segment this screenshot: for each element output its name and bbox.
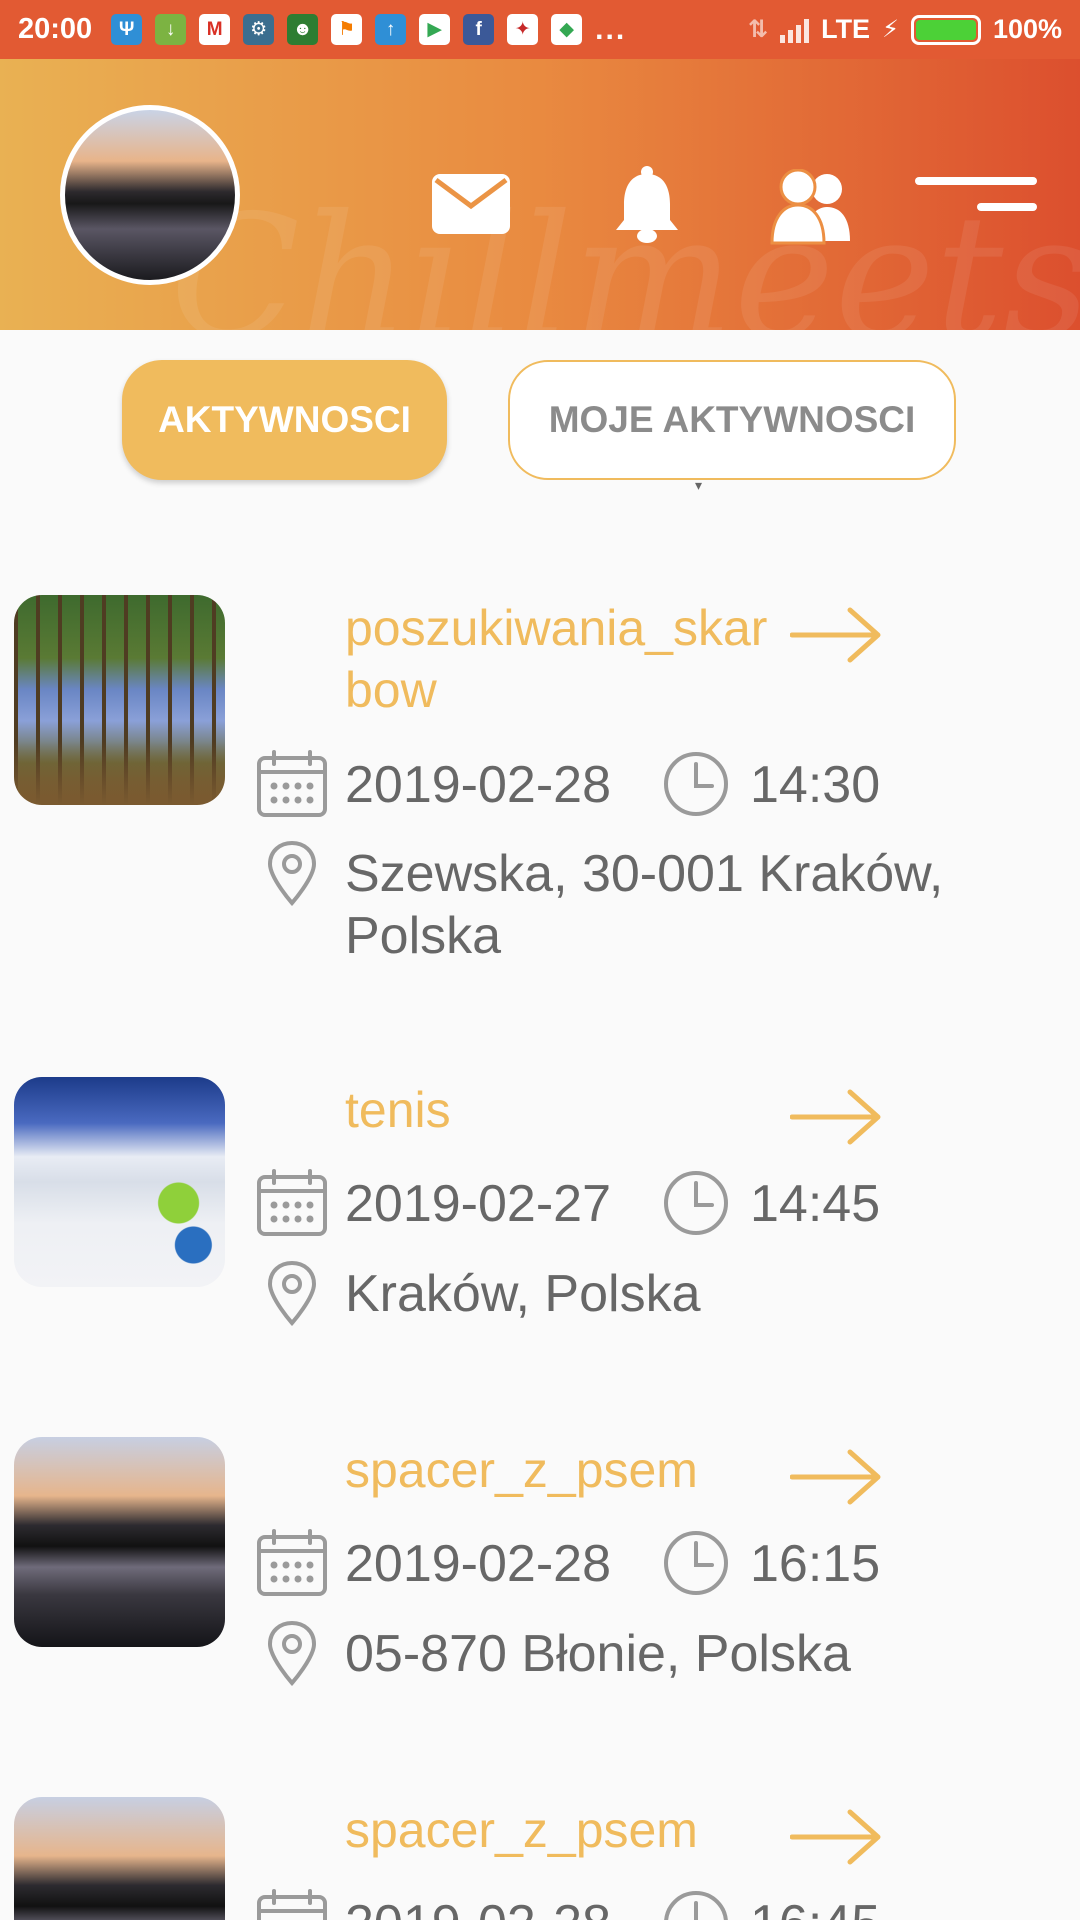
arrow-right-icon[interactable] [790, 1089, 882, 1145]
activity-location: Szewska, 30-001 Kraków, Polska [345, 845, 944, 965]
calendar-icon [257, 1889, 327, 1920]
tab-moje-aktywnosci[interactable]: MOJE AKTYWNOSCI [508, 360, 956, 480]
menu-line-top [915, 177, 1037, 185]
calendar-icon [257, 750, 327, 817]
menu-icon[interactable] [915, 177, 1037, 221]
status-bar-right: ⇅ LTE ⚡ 100% [748, 14, 1062, 45]
activity-time: 14:45 [750, 1175, 881, 1233]
list-item[interactable]: tenis 2019-02-27 14:45 Kraków, Polska [0, 1077, 1080, 1377]
status-more-indicator: ... [595, 12, 627, 46]
frog-app-icon: ☻ [287, 14, 319, 45]
compass-app-icon: ✦ [507, 14, 539, 45]
arrow-right-icon[interactable] [790, 1449, 882, 1505]
usb-icon: Ψ [111, 14, 143, 45]
settings-app-icon: ⚙ [243, 14, 275, 45]
signal-icon [780, 17, 810, 43]
flag-app-icon: ⚑ [331, 14, 363, 45]
gmail-icon: M [199, 14, 231, 45]
facebook-icon: f [463, 14, 495, 45]
tab-pointer-icon: ▾ [695, 477, 703, 493]
clock-icon [664, 752, 728, 816]
location-pin-icon [267, 1260, 317, 1326]
activity-time: 16:15 [750, 1535, 881, 1593]
mail-icon[interactable] [432, 174, 510, 234]
arrow-right-icon[interactable] [790, 607, 882, 663]
activity-date: 2019-02-27 [345, 1175, 611, 1233]
calendar-icon [257, 1169, 327, 1236]
clock-icon [664, 1171, 728, 1235]
activity-thumbnail [14, 1437, 225, 1647]
people-icon[interactable] [770, 169, 852, 245]
activity-date: 2019-02-28 [345, 1535, 611, 1593]
activity-title: tenis [345, 1082, 451, 1138]
avatar[interactable] [60, 105, 240, 285]
location-pin-icon [267, 840, 317, 906]
activity-location: Kraków, Polska [345, 1265, 701, 1323]
network-type: LTE [821, 14, 871, 44]
activity-thumbnail [14, 1797, 225, 1920]
activity-thumbnail [14, 595, 225, 805]
clock-icon [664, 1891, 728, 1920]
status-bar: 20:00 Ψ ↓ M ⚙ ☻ ⚑ ↑ ▶ f ✦ ◆ ... ⇅ LTE ⚡ … [0, 0, 1080, 59]
app-header: Chillmeets [0, 59, 1080, 330]
data-transfer-icon: ⇅ [747, 16, 769, 43]
menu-line-bottom [977, 203, 1037, 211]
status-bar-left: 20:00 Ψ ↓ M ⚙ ☻ ⚑ ↑ ▶ f ✦ ◆ ... [18, 13, 626, 47]
list-item[interactable]: spacer_z_psem 2019-02-28 16:15 05-870 Bł… [0, 1437, 1080, 1737]
battery-fill [915, 19, 976, 40]
upload-icon: ↑ [375, 14, 407, 45]
battery-icon [910, 14, 981, 45]
list-item[interactable]: spacer_z_psem 2019-02-28 16:45 [0, 1797, 1080, 1920]
activity-tabs: AKTYWNOSCI MOJE AKTYWNOSCI ▾ [0, 360, 1080, 492]
activity-title: spacer_z_psem [345, 1442, 698, 1498]
download-icon: ↓ [155, 14, 187, 45]
activity-time: 16:45 [750, 1894, 880, 1920]
status-time: 20:00 [18, 13, 93, 45]
tab-aktywnosci[interactable]: AKTYWNOSCI [122, 360, 447, 480]
maps-icon: ◆ [551, 14, 583, 45]
location-pin-icon [267, 1620, 317, 1686]
calendar-icon [257, 1529, 327, 1596]
activity-date: 2019-02-28 [345, 1894, 611, 1920]
bell-icon[interactable] [612, 166, 682, 244]
activity-title: poszukiwania_skarbow [345, 600, 768, 718]
activity-location: 05-870 Błonie, Polska [345, 1625, 851, 1683]
clock-icon [664, 1531, 728, 1595]
activity-title: spacer_z_psem [345, 1802, 698, 1858]
activity-thumbnail [14, 1077, 225, 1287]
charging-icon: ⚡ [882, 16, 899, 43]
activity-date: 2019-02-28 [345, 756, 611, 814]
play-store-icon: ▶ [419, 14, 451, 45]
list-item[interactable]: poszukiwania_skarbow 2019-02-28 14:30 Sz… [0, 595, 1080, 1015]
activity-time: 14:30 [750, 756, 881, 814]
battery-percent: 100% [992, 14, 1062, 44]
arrow-right-icon[interactable] [790, 1809, 882, 1865]
